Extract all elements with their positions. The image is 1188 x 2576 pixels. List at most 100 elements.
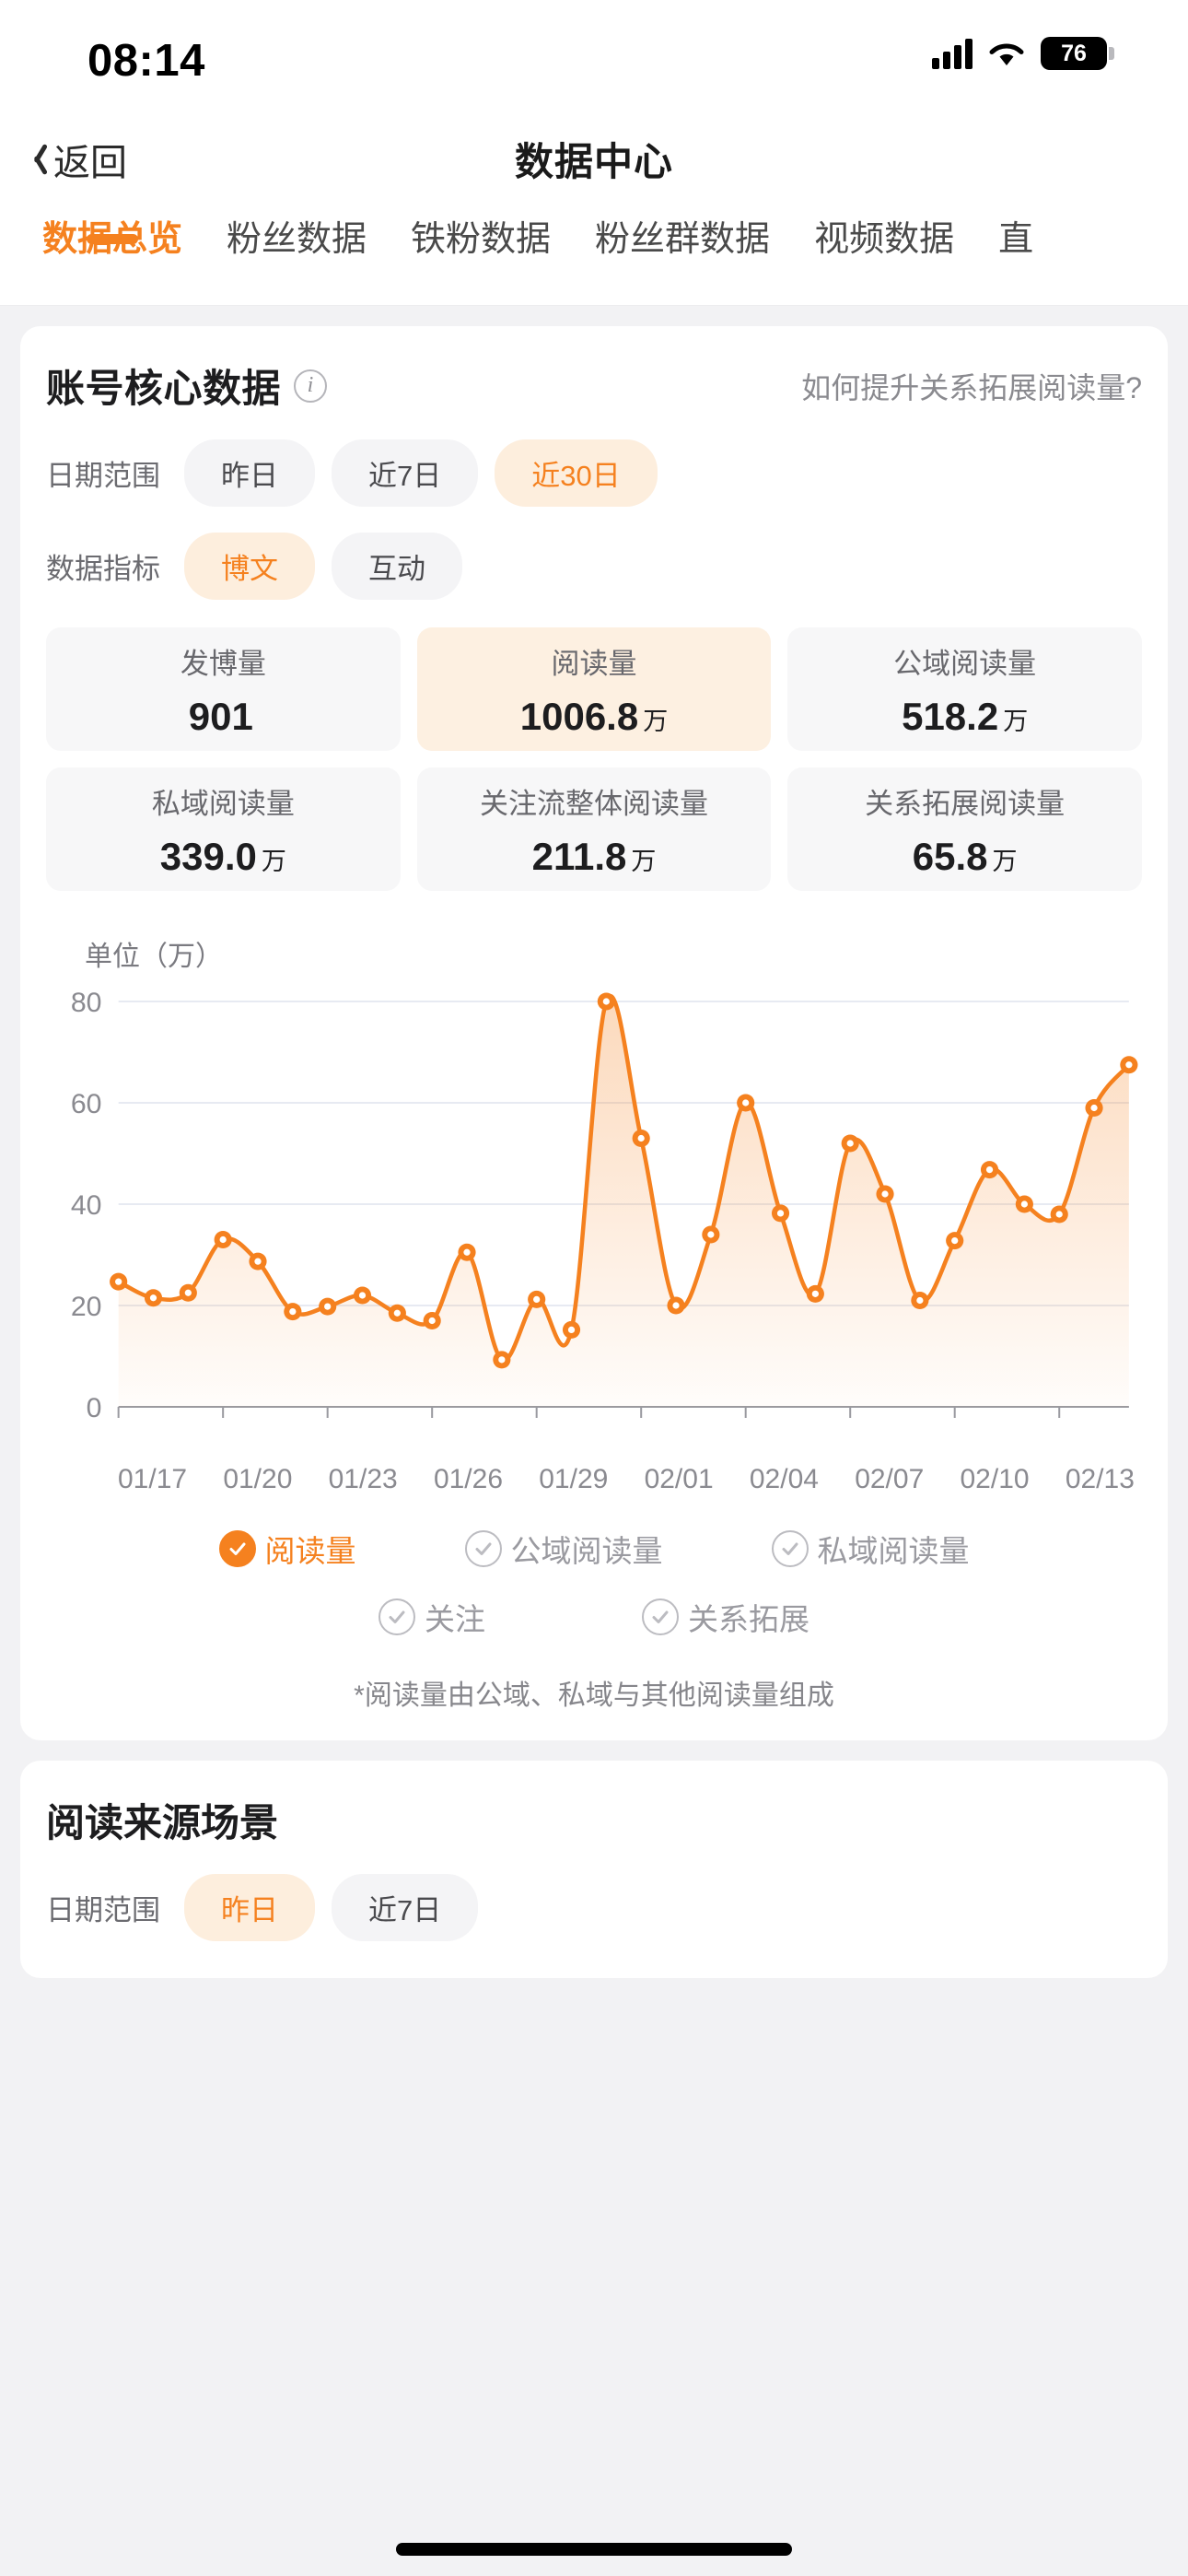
legend-item-relation-expand[interactable]: 关系拓展 bbox=[642, 1595, 809, 1639]
source-date-range-filter: 日期范围 昨日 近7日 bbox=[46, 1874, 1142, 1941]
legend-label: 公域阅读量 bbox=[510, 1534, 663, 1568]
navigation-bar: 返回 数据中心 bbox=[0, 115, 1188, 203]
chart-x-axis: 01/17 01/20 01/23 01/26 01/29 02/01 02/04 02/07… bbox=[46, 1449, 1142, 1495]
legend-item-reads[interactable]: 阅读量 bbox=[218, 1527, 356, 1571]
svg-text:60: 60 bbox=[71, 1089, 102, 1119]
date-chip-30days[interactable]: 近30日 bbox=[495, 439, 658, 507]
core-card-title: 账号核心数据 bbox=[46, 367, 282, 410]
check-icon bbox=[379, 1598, 415, 1635]
stat-unit: 万 bbox=[261, 847, 286, 875]
stat-label: 阅读量 bbox=[551, 647, 637, 680]
wifi-icon bbox=[987, 39, 1026, 68]
stat-number: 1006.8 bbox=[519, 694, 639, 738]
legend-item-public-reads[interactable]: 公域阅读量 bbox=[464, 1527, 663, 1571]
x-axis-tick-label: 02/13 bbox=[1065, 1464, 1135, 1494]
battery-percent: 76 bbox=[1061, 40, 1087, 66]
check-icon bbox=[642, 1598, 679, 1635]
legend-label: 私域阅读量 bbox=[817, 1534, 970, 1568]
stat-value: 518.2 万 bbox=[902, 695, 1028, 739]
check-icon bbox=[771, 1530, 809, 1567]
x-axis-tick-label: 01/17 bbox=[118, 1464, 188, 1494]
tab-fan-group-data[interactable]: 粉丝群数据 bbox=[573, 203, 792, 261]
legend-label: 阅读量 bbox=[264, 1534, 356, 1568]
stat-value: 65.8 万 bbox=[913, 835, 1018, 879]
phone-screen: 08:14 76 返回 数据中心 数据总览 粉丝数据 铁粉数据 粉丝群数据 视频… bbox=[0, 0, 1188, 2576]
date-chip-7days[interactable]: 近7日 bbox=[332, 439, 479, 507]
info-circle-icon[interactable]: i bbox=[294, 369, 328, 403]
stat-label: 关注流整体阅读量 bbox=[479, 787, 708, 820]
chart-unit-label: 单位（万） bbox=[85, 942, 223, 972]
battery-icon: 76 bbox=[1041, 37, 1114, 70]
chart-footnote: *阅读量由公域、私域与其他阅读量组成 bbox=[354, 1680, 834, 1711]
core-card-header: 账号核心数据 i 如何提升关系拓展阅读量? bbox=[46, 357, 1142, 414]
stat-card-reads[interactable]: 阅读量 1006.8 万 bbox=[416, 627, 772, 751]
stat-label: 关系拓展阅读量 bbox=[865, 787, 1066, 820]
svg-text:20: 20 bbox=[71, 1292, 102, 1322]
tab-label: 视频数据 bbox=[814, 220, 955, 259]
date-range-filter: 日期范围 昨日 近7日 近30日 bbox=[46, 439, 1142, 507]
tab-live-data[interactable]: 直 bbox=[976, 203, 1055, 261]
check-icon bbox=[464, 1530, 502, 1567]
stat-value: 211.8 万 bbox=[532, 835, 657, 879]
home-indicator bbox=[396, 2543, 792, 2556]
metric-chip-post[interactable]: 博文 bbox=[184, 533, 315, 600]
stat-value: 901 bbox=[189, 695, 258, 739]
cellular-signal-icon bbox=[932, 38, 973, 69]
x-axis-tick-label: 02/01 bbox=[644, 1464, 714, 1494]
reads-line-chart[interactable]: 0 20 40 60 80 bbox=[46, 989, 1142, 1449]
tab-fans-data[interactable]: 粉丝数据 bbox=[204, 203, 389, 261]
date-range-label: 日期范围 bbox=[46, 460, 160, 492]
status-bar: 08:14 76 bbox=[0, 0, 1188, 115]
x-axis-tick-label: 01/23 bbox=[328, 1464, 398, 1494]
tab-bar[interactable]: 数据总览 粉丝数据 铁粉数据 粉丝群数据 视频数据 直 bbox=[0, 203, 1188, 306]
tab-active-underline bbox=[87, 234, 138, 244]
stat-unit: 万 bbox=[631, 847, 657, 875]
stat-card-relation-expand-reads[interactable]: 关系拓展阅读量 65.8 万 bbox=[787, 767, 1142, 891]
stat-value: 1006.8 万 bbox=[520, 695, 668, 739]
metric-type-filter: 数据指标 博文 互动 bbox=[46, 533, 1142, 600]
stat-card-public-reads[interactable]: 公域阅读量 518.2 万 bbox=[787, 627, 1142, 751]
metric-chip-interaction[interactable]: 互动 bbox=[332, 533, 462, 600]
core-card-title-wrap: 账号核心数据 i bbox=[46, 357, 328, 414]
source-date-chip-yesterday[interactable]: 昨日 bbox=[184, 1874, 315, 1941]
core-data-card: 账号核心数据 i 如何提升关系拓展阅读量? 日期范围 昨日 近7日 近30日 数… bbox=[20, 326, 1168, 1740]
stat-card-posts[interactable]: 发博量 901 bbox=[46, 627, 401, 751]
stat-unit: 万 bbox=[643, 707, 669, 735]
x-axis-tick-label: 02/10 bbox=[960, 1464, 1030, 1494]
legend-label: 关注 bbox=[425, 1602, 485, 1636]
tab-label: 铁粉数据 bbox=[411, 220, 552, 259]
legend-row-2: 关注 关系拓展 bbox=[46, 1595, 1142, 1639]
stat-unit: 万 bbox=[1003, 707, 1029, 735]
tab-video-data[interactable]: 视频数据 bbox=[792, 203, 976, 261]
stat-value: 339.0 万 bbox=[160, 835, 286, 879]
stat-card-follow-stream-reads[interactable]: 关注流整体阅读量 211.8 万 bbox=[416, 767, 772, 891]
date-chip-yesterday[interactable]: 昨日 bbox=[184, 439, 315, 507]
tab-data-overview[interactable]: 数据总览 bbox=[20, 203, 204, 261]
legend-row-1: 阅读量 公域阅读量 私域阅读量 bbox=[46, 1527, 1142, 1571]
status-bar-time: 08:14 bbox=[87, 36, 205, 86]
help-link[interactable]: 如何提升关系拓展阅读量? bbox=[801, 365, 1142, 407]
metric-type-label: 数据指标 bbox=[46, 553, 160, 585]
legend-item-follow[interactable]: 关注 bbox=[379, 1595, 485, 1639]
check-icon bbox=[218, 1530, 256, 1567]
scroll-content[interactable]: 账号核心数据 i 如何提升关系拓展阅读量? 日期范围 昨日 近7日 近30日 数… bbox=[0, 326, 1188, 2576]
svg-text:80: 80 bbox=[71, 989, 102, 1018]
source-date-range-label: 日期范围 bbox=[46, 1894, 160, 1926]
tab-iron-fans-data[interactable]: 铁粉数据 bbox=[389, 203, 573, 261]
chart-legend: 阅读量 公域阅读量 私域阅读量 关注 关系拓展 bbox=[46, 1527, 1142, 1639]
read-source-card: 阅读来源场景 日期范围 昨日 近7日 bbox=[20, 1761, 1168, 1978]
read-source-title: 阅读来源场景 bbox=[46, 1801, 279, 1844]
legend-item-private-reads[interactable]: 私域阅读量 bbox=[771, 1527, 970, 1571]
page-title: 数据中心 bbox=[514, 140, 673, 183]
source-date-chip-7days[interactable]: 近7日 bbox=[332, 1874, 479, 1941]
stat-grid: 发博量 901 阅读量 1006.8 万 公域阅读量 518.2 万 私域阅读量 3… bbox=[46, 627, 1142, 891]
stat-label: 私域阅读量 bbox=[151, 787, 295, 820]
stat-label: 发博量 bbox=[180, 647, 266, 680]
stat-number: 518.2 bbox=[902, 694, 999, 738]
tab-label: 直 bbox=[998, 220, 1034, 259]
x-axis-tick-label: 01/29 bbox=[539, 1464, 609, 1494]
stat-number: 901 bbox=[188, 694, 253, 738]
stat-unit: 万 bbox=[992, 847, 1018, 875]
stat-card-private-reads[interactable]: 私域阅读量 339.0 万 bbox=[46, 767, 401, 891]
x-axis-tick-label: 02/04 bbox=[749, 1464, 819, 1494]
